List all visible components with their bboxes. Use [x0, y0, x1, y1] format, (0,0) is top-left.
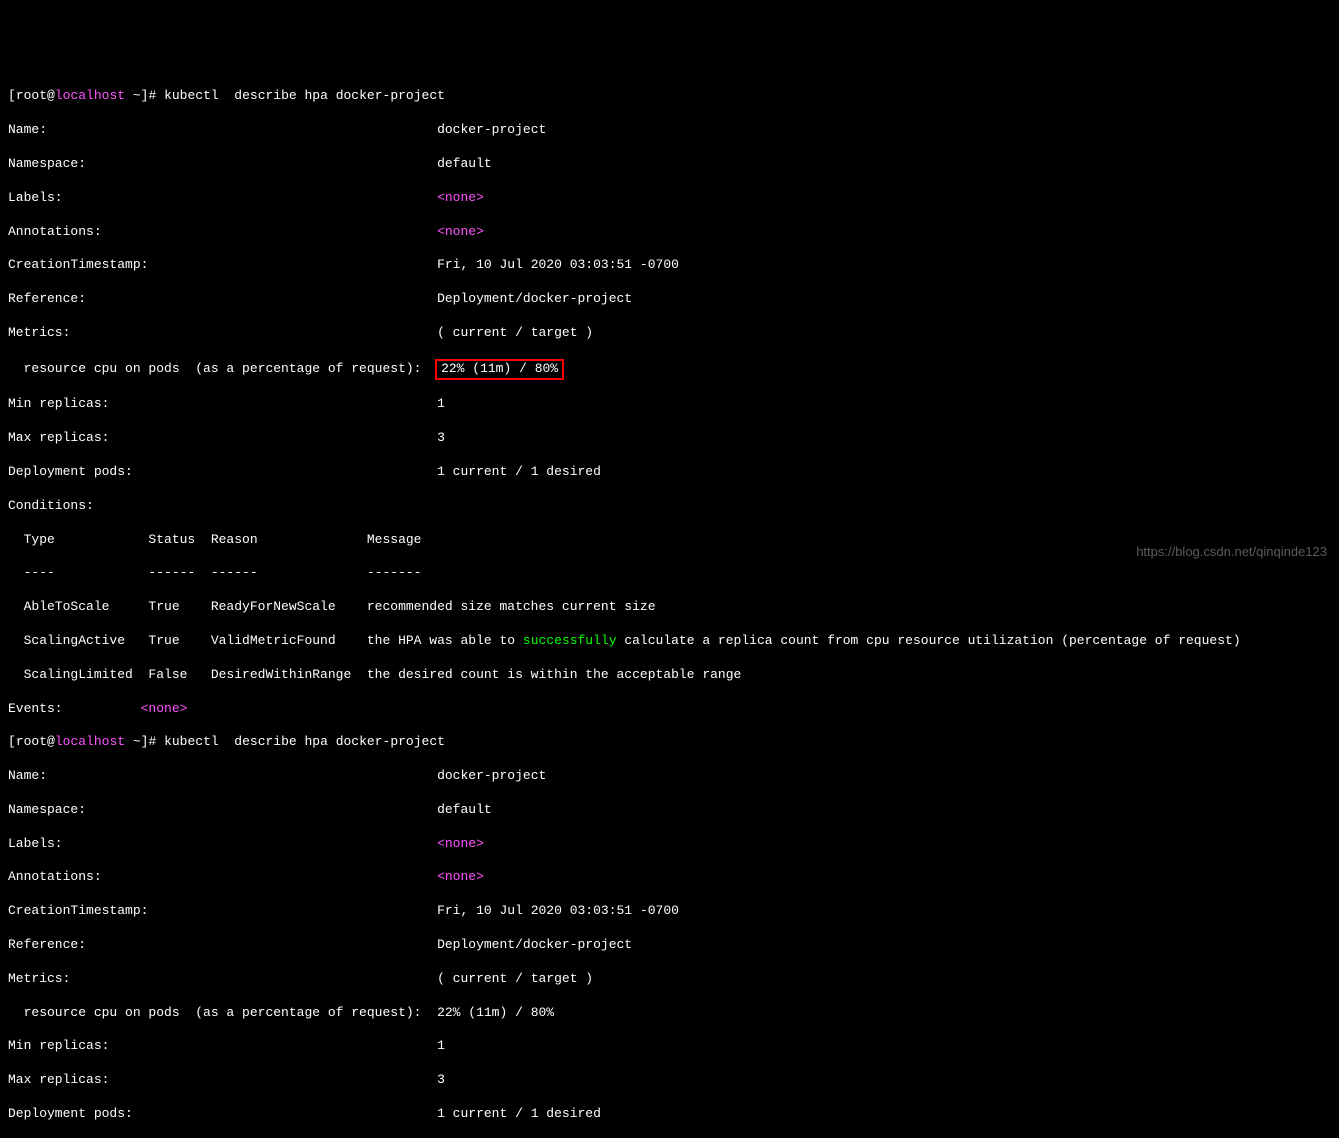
- host: localhost: [55, 88, 125, 103]
- row-cpu-metric-highlight: resource cpu on pods (as a percentage of…: [8, 359, 1331, 380]
- row-cpu-metric-2: resource cpu on pods (as a percentage of…: [8, 1005, 1331, 1022]
- host: localhost: [55, 734, 125, 749]
- user: root: [16, 88, 47, 103]
- row-creation-2: CreationTimestamp: Fri, 10 Jul 2020 03:0…: [8, 903, 1331, 920]
- path: ~]#: [125, 734, 164, 749]
- command: kubectl describe hpa docker-project: [164, 88, 445, 103]
- row-deployment-pods-2: Deployment pods: 1 current / 1 desired: [8, 1106, 1331, 1123]
- command: kubectl describe hpa docker-project: [164, 734, 445, 749]
- row-creation: CreationTimestamp: Fri, 10 Jul 2020 03:0…: [8, 257, 1331, 274]
- row-annotations-2: Annotations: <none>: [8, 869, 1331, 886]
- user: root: [16, 734, 47, 749]
- row-cond-3: ScalingLimited False DesiredWithinRange …: [8, 667, 1331, 684]
- row-conditions: Conditions:: [8, 498, 1331, 515]
- row-metrics-2: Metrics: ( current / target ): [8, 971, 1331, 988]
- row-name: Name: docker-project: [8, 122, 1331, 139]
- terminal-output[interactable]: [root@localhost ~]# kubectl describe hpa…: [8, 72, 1331, 1138]
- row-cond-2: ScalingActive True ValidMetricFound the …: [8, 633, 1331, 650]
- row-name-2: Name: docker-project: [8, 768, 1331, 785]
- row-metrics: Metrics: ( current / target ): [8, 325, 1331, 342]
- row-cond-header: Type Status Reason Message: [8, 532, 1331, 549]
- row-reference: Reference: Deployment/docker-project: [8, 291, 1331, 308]
- row-labels-2: Labels: <none>: [8, 836, 1331, 853]
- row-max-replicas-2: Max replicas: 3: [8, 1072, 1331, 1089]
- prompt-line-2[interactable]: [root@localhost ~]# kubectl describe hpa…: [8, 734, 1331, 751]
- row-namespace-2: Namespace: default: [8, 802, 1331, 819]
- at-sign: @: [47, 88, 55, 103]
- prompt-line[interactable]: [root@localhost ~]# kubectl describe hpa…: [8, 88, 1331, 105]
- row-cond-1: AbleToScale True ReadyForNewScale recomm…: [8, 599, 1331, 616]
- row-namespace: Namespace: default: [8, 156, 1331, 173]
- row-max-replicas: Max replicas: 3: [8, 430, 1331, 447]
- row-labels: Labels: <none>: [8, 190, 1331, 207]
- path: ~]#: [125, 88, 164, 103]
- highlight-box: 22% (11m) / 80%: [435, 359, 564, 380]
- row-min-replicas: Min replicas: 1: [8, 396, 1331, 413]
- at-sign: @: [47, 734, 55, 749]
- row-reference-2: Reference: Deployment/docker-project: [8, 937, 1331, 954]
- row-events: Events: <none>: [8, 701, 1331, 718]
- row-min-replicas-2: Min replicas: 1: [8, 1038, 1331, 1055]
- row-annotations: Annotations: <none>: [8, 224, 1331, 241]
- row-cond-dashes: ---- ------ ------ -------: [8, 565, 1331, 582]
- row-deployment-pods: Deployment pods: 1 current / 1 desired: [8, 464, 1331, 481]
